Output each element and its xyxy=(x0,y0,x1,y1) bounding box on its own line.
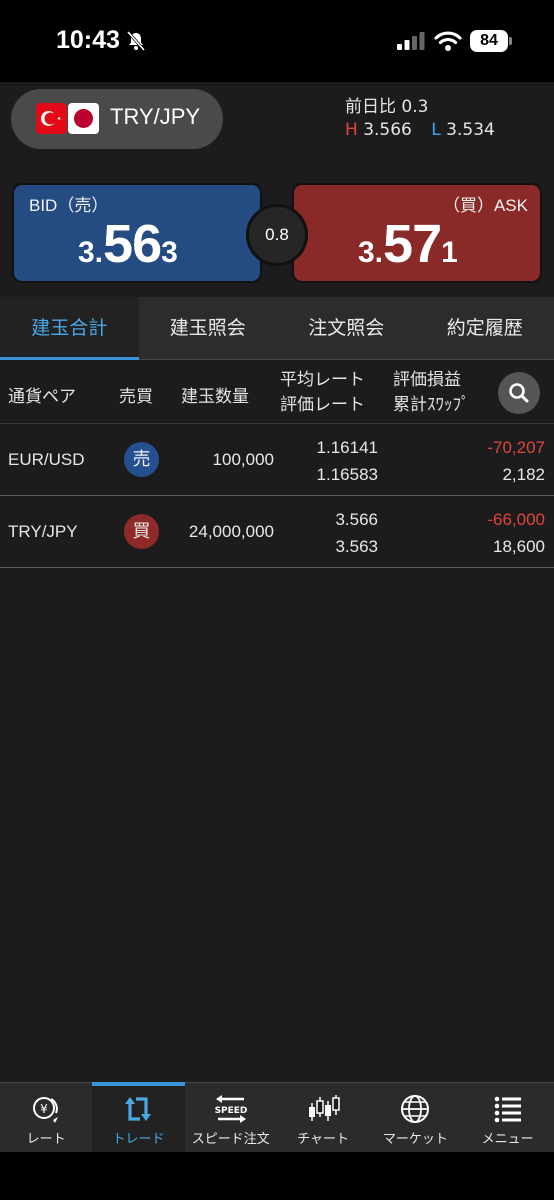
header-eval-pl: 評価損益 xyxy=(393,370,461,390)
header-side: 売買 xyxy=(119,387,153,407)
status-time: 10:43 xyxy=(56,26,120,54)
nav-menu-label: メニュー xyxy=(481,1132,534,1147)
row-eval-pl: -70,207 xyxy=(487,438,545,457)
row-avg-rate: 3.566 xyxy=(335,510,378,529)
bid-price-main: 56 xyxy=(103,214,162,274)
table-header: 通貨ペア 売買 建玉数量 平均レート 評価レート 評価損益 累計ｽﾜｯﾌﾟ xyxy=(0,362,554,424)
prev-day-label: 前日比 xyxy=(345,97,396,117)
prev-day-value: 0.3 xyxy=(401,97,429,117)
bid-button[interactable]: BID（売） 3.563 xyxy=(12,183,262,283)
bid-price: 3.563 xyxy=(78,213,178,275)
header-pl: 評価損益 累計ｽﾜｯﾌﾟ xyxy=(393,368,470,418)
header-swap: 累計ｽﾜｯﾌﾟ xyxy=(393,395,470,415)
high-low: H 3.566 L 3.534 xyxy=(345,120,495,140)
home-indicator-area xyxy=(0,1152,554,1200)
row-pair: TRY/JPY xyxy=(8,522,78,541)
bottom-nav: ¥ レート トレード SPEED スピード注文 チャート マーケット メニュー xyxy=(0,1082,554,1152)
row-eval-rate: 1.16583 xyxy=(316,465,378,484)
svg-text:¥: ¥ xyxy=(40,1102,48,1116)
row-eval-pl: -66,000 xyxy=(487,510,545,529)
bid-price-prefix: 3. xyxy=(78,236,104,269)
nav-trade-label: トレード xyxy=(112,1132,165,1147)
nav-market[interactable]: マーケット xyxy=(369,1083,461,1152)
yen-rate-icon: ¥ xyxy=(33,1097,59,1123)
tab-order-inquiry[interactable]: 注文照会 xyxy=(277,297,416,359)
row-pl: -70,207 2,182 xyxy=(487,434,545,488)
row-rates: 1.16141 1.16583 xyxy=(317,434,378,488)
position-tabs: 建玉合計 建玉照会 注文照会 約定履歴 xyxy=(0,297,554,360)
table-row[interactable]: EUR/USD 売 100,000 1.16141 1.16583 -70,20… xyxy=(0,424,554,496)
bid-price-suffix: 3 xyxy=(161,236,178,269)
nav-speed-order-label: スピード注文 xyxy=(191,1132,270,1147)
tab-position-total[interactable]: 建玉合計 xyxy=(0,297,139,360)
row-qty: 100,000 xyxy=(212,450,274,469)
row-swap: 18,600 xyxy=(493,537,545,556)
menu-list-icon xyxy=(494,1096,521,1123)
battery-tip xyxy=(509,37,512,45)
row-rates: 3.566 3.563 xyxy=(335,506,378,560)
nav-rate-label: レート xyxy=(26,1132,66,1147)
low-value: 3.534 xyxy=(446,120,495,140)
header-pair: 通貨ペア xyxy=(8,387,76,407)
buy-badge: 買 xyxy=(124,514,159,549)
row-swap: 2,182 xyxy=(502,465,545,484)
row-qty: 24,000,000 xyxy=(188,522,274,541)
nav-trade[interactable]: トレード xyxy=(92,1082,185,1152)
trade-arrows-icon xyxy=(125,1097,152,1121)
turkey-flag-icon xyxy=(36,103,67,134)
ask-price-main: 57 xyxy=(383,214,442,274)
currency-pair-selector[interactable]: TRY/JPY xyxy=(11,89,223,149)
header-avg-rate: 平均レート xyxy=(280,370,365,390)
ask-price-prefix: 3. xyxy=(358,236,384,269)
wifi-icon xyxy=(434,31,462,51)
row-eval-rate: 3.563 xyxy=(335,537,378,556)
bell-muted-icon xyxy=(126,31,146,51)
status-bar: 10:43 84 xyxy=(0,0,554,82)
globe-icon xyxy=(401,1095,430,1123)
header-qty: 建玉数量 xyxy=(181,387,249,407)
japan-flag-icon xyxy=(68,103,99,134)
tab-execution-history[interactable]: 約定履歴 xyxy=(416,297,554,359)
sell-badge: 売 xyxy=(124,442,159,477)
row-avg-rate: 1.16141 xyxy=(316,438,378,457)
row-pl: -66,000 18,600 xyxy=(487,506,545,560)
nav-chart[interactable]: チャート xyxy=(277,1083,369,1152)
speed-order-icon: SPEED xyxy=(214,1095,247,1123)
ask-price-suffix: 1 xyxy=(441,236,458,269)
header-eval-rate: 評価レート xyxy=(280,395,365,415)
search-button[interactable] xyxy=(498,372,540,414)
nav-market-label: マーケット xyxy=(382,1132,448,1147)
nav-chart-label: チャート xyxy=(297,1132,349,1147)
header-rates: 平均レート 評価レート xyxy=(280,368,365,418)
low-letter: L xyxy=(431,120,441,140)
ask-button[interactable]: （買）ASK 3.571 xyxy=(292,183,542,283)
high-letter: H xyxy=(345,120,358,140)
spread-badge: 0.8 xyxy=(246,204,308,266)
high-value: 3.566 xyxy=(363,120,412,140)
cell-signal-icon xyxy=(397,32,425,50)
pair-name: TRY/JPY xyxy=(110,104,201,129)
svg-text:SPEED: SPEED xyxy=(214,1106,247,1116)
ask-price: 3.571 xyxy=(358,213,458,275)
nav-speed-order[interactable]: SPEED スピード注文 xyxy=(185,1083,277,1152)
nav-menu[interactable]: メニュー xyxy=(461,1083,553,1152)
nav-rate[interactable]: ¥ レート xyxy=(0,1083,92,1152)
row-pair: EUR/USD xyxy=(8,450,85,469)
tab-position-inquiry[interactable]: 建玉照会 xyxy=(139,297,278,359)
search-icon xyxy=(509,383,529,403)
battery-level: 84 xyxy=(470,30,508,52)
prev-day-change: 前日比 0.3 xyxy=(345,92,428,117)
table-row[interactable]: TRY/JPY 買 24,000,000 3.566 3.563 -66,000… xyxy=(0,496,554,568)
candlestick-icon xyxy=(309,1095,340,1121)
